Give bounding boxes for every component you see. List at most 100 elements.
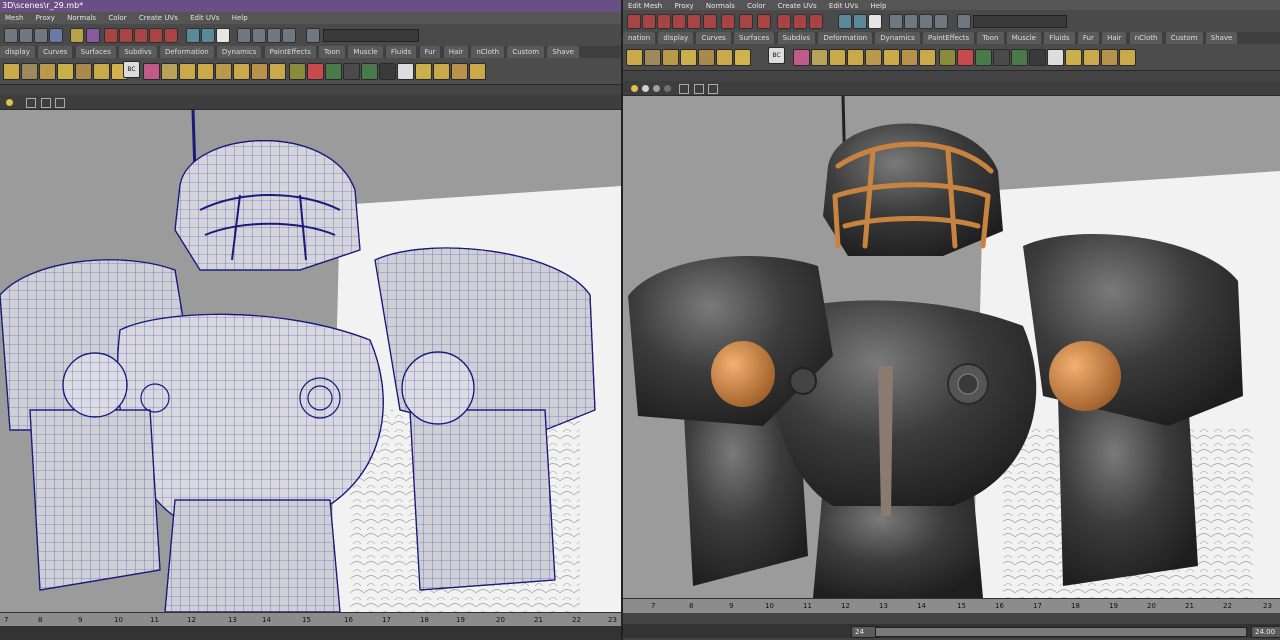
attribute-editor-icon[interactable] (919, 14, 933, 29)
tool-settings-icon[interactable] (934, 14, 948, 29)
shave-tool-icon[interactable] (233, 63, 250, 80)
hypershade-icon[interactable] (889, 14, 903, 29)
history-icon[interactable] (793, 14, 807, 29)
tab-painteffects[interactable]: PaintEffects (923, 32, 975, 44)
tab-toon[interactable]: Toon (977, 32, 1004, 44)
input-mode-icon[interactable] (306, 28, 320, 43)
shave-tool-icon[interactable] (21, 63, 38, 80)
tab-fur[interactable]: Fur (1077, 32, 1099, 44)
snap-point-icon[interactable] (104, 28, 118, 43)
tab-shave[interactable]: Shave (1205, 32, 1238, 44)
tab-toon[interactable]: Toon (319, 46, 346, 58)
snap-live-icon[interactable] (657, 14, 671, 29)
checker-icon[interactable] (1029, 49, 1046, 66)
checker-icon[interactable] (1011, 49, 1028, 66)
tab-subdivs[interactable]: Subdivs (777, 32, 816, 44)
bc-icon[interactable]: BC (768, 47, 785, 64)
tab-deformation[interactable]: Deformation (159, 46, 214, 58)
shave-tool-icon[interactable] (1065, 49, 1082, 66)
tab-ncloth[interactable]: nCloth (1129, 32, 1163, 44)
shave-tool-icon[interactable] (919, 49, 936, 66)
checker-icon[interactable] (361, 63, 378, 80)
shave-tool-icon[interactable] (3, 63, 20, 80)
camera-icon[interactable] (26, 98, 36, 108)
shave-tool-icon[interactable] (847, 49, 864, 66)
tab-ncloth[interactable]: nCloth (471, 46, 505, 58)
snap-view-icon[interactable] (119, 28, 133, 43)
shave-tool-icon[interactable] (626, 49, 643, 66)
shave-tool-icon[interactable] (215, 63, 232, 80)
shave-tool-icon[interactable] (883, 49, 900, 66)
shave-tool-icon[interactable] (269, 63, 286, 80)
render-settings-icon[interactable] (868, 14, 882, 29)
light-icon[interactable] (653, 85, 660, 92)
shave-paint-icon[interactable] (143, 63, 160, 80)
attribute-editor-icon[interactable] (267, 28, 281, 43)
shave-tool-icon[interactable] (469, 63, 486, 80)
menu-mesh[interactable]: Mesh (5, 12, 23, 24)
history-icon[interactable] (703, 14, 717, 29)
tab-surfaces[interactable]: Surfaces (734, 32, 775, 44)
tab-hair[interactable]: Hair (443, 46, 469, 58)
menu-help[interactable]: Help (232, 12, 248, 24)
time-slider[interactable]: 7 8 9 10 11 12 13 14 15 16 17 18 19 20 2… (0, 612, 621, 627)
menu-color[interactable]: Color (108, 12, 126, 24)
shave-tool-icon[interactable] (251, 63, 268, 80)
shave-tool-icon[interactable] (161, 63, 178, 80)
history-icon[interactable] (687, 14, 701, 29)
tab-deformation[interactable]: Deformation (818, 32, 873, 44)
shave-tool-icon[interactable] (865, 49, 882, 66)
shave-tool-icon[interactable] (734, 49, 751, 66)
shave-tool-icon[interactable] (644, 49, 661, 66)
cube-icon[interactable] (41, 98, 51, 108)
checker-icon[interactable] (307, 63, 324, 80)
snap-view-icon[interactable] (642, 14, 656, 29)
menu-proxy[interactable]: Proxy (36, 12, 55, 24)
isolate-icon[interactable] (55, 98, 65, 108)
channel-box-icon[interactable] (252, 28, 266, 43)
menu-create-uvs[interactable]: Create UVs (139, 12, 178, 24)
quick-select-field[interactable] (973, 15, 1067, 28)
shave-tool-icon[interactable] (680, 49, 697, 66)
range-end-field[interactable]: 24.00 (1251, 626, 1280, 638)
shave-tool-icon[interactable] (662, 49, 679, 66)
shave-tool-icon[interactable] (415, 63, 432, 80)
checker-icon[interactable] (379, 63, 396, 80)
input-mode-icon[interactable] (957, 14, 971, 29)
snap-live-icon[interactable] (134, 28, 148, 43)
shave-tool-icon[interactable] (939, 49, 956, 66)
history-icon[interactable] (777, 14, 791, 29)
shave-tool-icon[interactable] (93, 63, 110, 80)
range-slider[interactable] (0, 626, 621, 640)
shave-tool-icon[interactable] (179, 63, 196, 80)
tab-fur[interactable]: Fur (419, 46, 441, 58)
magnet-icon[interactable] (86, 28, 100, 43)
tab-fluids[interactable]: Fluids (385, 46, 417, 58)
cube-icon[interactable] (694, 84, 704, 94)
checker-icon[interactable] (993, 49, 1010, 66)
shave-tool-icon[interactable] (433, 63, 450, 80)
tab-muscle[interactable]: Muscle (1006, 32, 1041, 44)
ipr-render-icon[interactable] (201, 28, 215, 43)
render-icon[interactable] (838, 14, 852, 29)
light-icon[interactable] (664, 85, 671, 92)
history-icon[interactable] (164, 28, 178, 43)
tab-dynamics[interactable]: Dynamics (216, 46, 262, 58)
channel-box-icon[interactable] (904, 14, 918, 29)
shave-tool-icon[interactable] (1083, 49, 1100, 66)
viewport-shaded[interactable] (623, 96, 1280, 598)
shave-tool-icon[interactable] (829, 49, 846, 66)
range-slider[interactable]: 24 24.00 (623, 624, 1280, 638)
tab-custom[interactable]: Custom (1165, 32, 1203, 44)
history-icon[interactable] (757, 14, 771, 29)
tab-painteffects[interactable]: PaintEffects (264, 46, 316, 58)
shave-tool-icon[interactable] (1119, 49, 1136, 66)
shave-tool-icon[interactable] (57, 63, 74, 80)
render-settings-icon[interactable] (216, 28, 230, 43)
tab-curves[interactable]: Curves (696, 32, 731, 44)
lock-icon[interactable] (70, 28, 84, 43)
snap-surface-icon[interactable] (149, 28, 163, 43)
tab-hair[interactable]: Hair (1102, 32, 1127, 44)
shave-tool-icon[interactable] (451, 63, 468, 80)
snap-point-icon[interactable] (627, 14, 641, 29)
